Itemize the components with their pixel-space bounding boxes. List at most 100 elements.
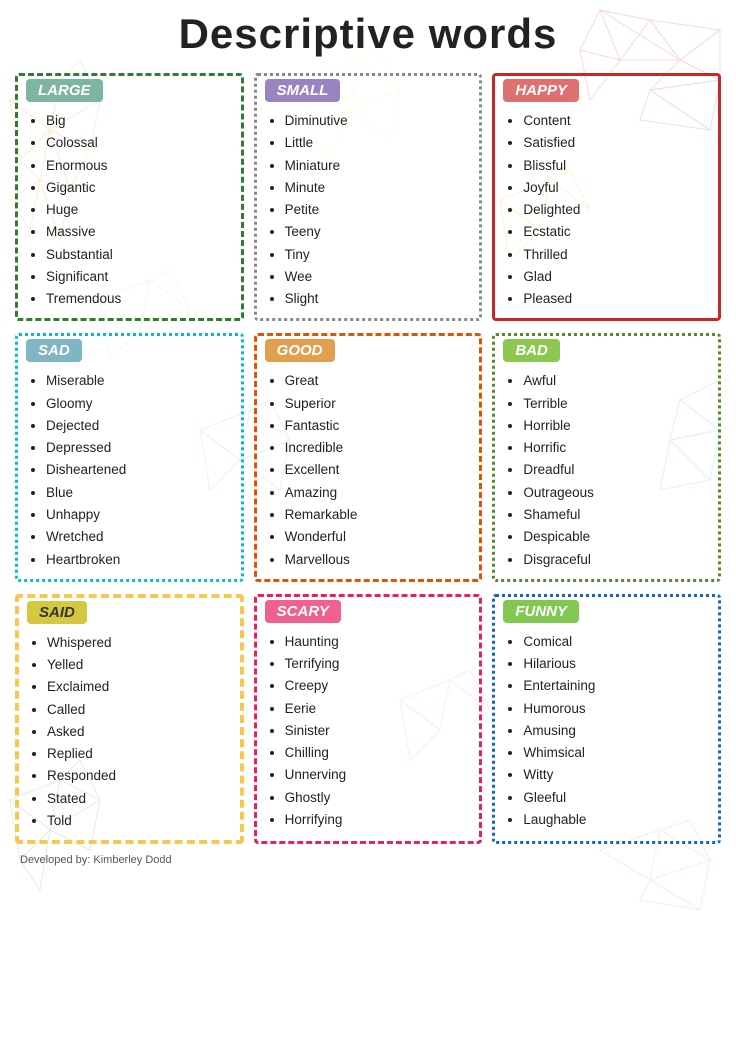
list-item: Whimsical <box>523 742 710 764</box>
list-item: Laughable <box>523 809 710 831</box>
list-item: Horrific <box>523 437 710 459</box>
list-item: Wee <box>285 266 472 288</box>
list-item: Wretched <box>46 526 233 548</box>
list-item: Enormous <box>46 155 233 177</box>
list-item: Massive <box>46 221 233 243</box>
list-item: Replied <box>47 743 232 765</box>
list-item: Substantial <box>46 244 233 266</box>
word-list-sad: MiserableGloomyDejectedDepressedDisheart… <box>26 370 233 570</box>
box-label-bad: BAD <box>503 339 560 362</box>
list-item: Outrageous <box>523 482 710 504</box>
list-item: Heartbroken <box>46 549 233 571</box>
box-label-small: SMALL <box>265 79 341 102</box>
list-item: Told <box>47 810 232 832</box>
list-item: Despicable <box>523 526 710 548</box>
list-item: Dreadful <box>523 459 710 481</box>
list-item: Chilling <box>285 742 472 764</box>
list-item: Horrible <box>523 415 710 437</box>
box-label-sad: SAD <box>26 339 82 362</box>
list-item: Ecstatic <box>523 221 710 243</box>
list-item: Teeny <box>285 221 472 243</box>
list-item: Humorous <box>523 698 710 720</box>
word-box-good: GOODGreatSuperiorFantasticIncredibleExce… <box>254 333 483 581</box>
box-label-scary: SCARY <box>265 600 341 623</box>
list-item: Pleased <box>523 288 710 310</box>
word-box-scary: SCARY HauntingTerrifyingCreepyEerieSinist… <box>254 594 483 844</box>
list-item: Ghostly <box>285 787 472 809</box>
list-item: Little <box>285 132 472 154</box>
word-list-small: DiminutiveLittleMiniatureMinutePetiteTee… <box>265 110 472 310</box>
word-box-funny: FUNNY ComicalHilariousEntertainingHumorou… <box>492 594 721 844</box>
list-item: Big <box>46 110 233 132</box>
page-title: Descriptive words <box>15 10 721 58</box>
list-item: Gloomy <box>46 393 233 415</box>
list-item: Entertaining <box>523 675 710 697</box>
word-grid: LARGE BigColossalEnormousGiganticHugeMass… <box>15 73 721 844</box>
word-box-sad: SAD MiserableGloomyDejectedDepressedDishe… <box>15 333 244 581</box>
word-box-happy: HAPPYContentSatisfiedBlissfulJoyfulDelig… <box>492 73 721 321</box>
list-item: Tiny <box>285 244 472 266</box>
list-item: Slight <box>285 288 472 310</box>
list-item: Excellent <box>285 459 472 481</box>
list-item: Horrifying <box>285 809 472 831</box>
list-item: Great <box>285 370 472 392</box>
list-item: Miniature <box>285 155 472 177</box>
list-item: Yelled <box>47 654 232 676</box>
list-item: Awful <box>523 370 710 392</box>
list-item: Depressed <box>46 437 233 459</box>
word-box-bad: BAD AwfulTerribleHorribleHorrificDreadful… <box>492 333 721 581</box>
list-item: Diminutive <box>285 110 472 132</box>
list-item: Dejected <box>46 415 233 437</box>
list-item: Wonderful <box>285 526 472 548</box>
footer-credit: Developed by: Kimberley Dodd <box>15 854 721 866</box>
list-item: Amazing <box>285 482 472 504</box>
word-box-small: SMALL DiminutiveLittleMiniatureMinutePeti… <box>254 73 483 321</box>
list-item: Incredible <box>285 437 472 459</box>
list-item: Fantastic <box>285 415 472 437</box>
list-item: Disgraceful <box>523 549 710 571</box>
list-item: Tremendous <box>46 288 233 310</box>
list-item: Superior <box>285 393 472 415</box>
list-item: Content <box>523 110 710 132</box>
box-label-funny: FUNNY <box>503 600 579 623</box>
list-item: Marvellous <box>285 549 472 571</box>
word-list-funny: ComicalHilariousEntertainingHumorousAmus… <box>503 631 710 831</box>
word-list-bad: AwfulTerribleHorribleHorrificDreadfulOut… <box>503 370 710 570</box>
word-list-happy: ContentSatisfiedBlissfulJoyfulDelightedE… <box>503 110 710 310</box>
word-list-scary: HauntingTerrifyingCreepyEerieSinisterChi… <box>265 631 472 831</box>
list-item: Responded <box>47 765 232 787</box>
list-item: Sinister <box>285 720 472 742</box>
word-list-said: WhisperedYelledExclaimedCalledAskedRepli… <box>27 632 232 832</box>
list-item: Minute <box>285 177 472 199</box>
main-content: Descriptive words LARGE BigColossalEnormo… <box>0 0 736 886</box>
list-item: Haunting <box>285 631 472 653</box>
box-label-large: LARGE <box>26 79 103 102</box>
list-item: Unnerving <box>285 764 472 786</box>
list-item: Gigantic <box>46 177 233 199</box>
list-item: Thrilled <box>523 244 710 266</box>
list-item: Miserable <box>46 370 233 392</box>
word-list-large: BigColossalEnormousGiganticHugeMassiveSu… <box>26 110 233 310</box>
list-item: Blue <box>46 482 233 504</box>
list-item: Amusing <box>523 720 710 742</box>
list-item: Gleeful <box>523 787 710 809</box>
list-item: Colossal <box>46 132 233 154</box>
list-item: Unhappy <box>46 504 233 526</box>
list-item: Called <box>47 699 232 721</box>
list-item: Disheartened <box>46 459 233 481</box>
list-item: Remarkable <box>285 504 472 526</box>
list-item: Stated <box>47 788 232 810</box>
list-item: Witty <box>523 764 710 786</box>
list-item: Delighted <box>523 199 710 221</box>
box-label-said: SAID <box>27 601 87 624</box>
list-item: Huge <box>46 199 233 221</box>
word-box-large: LARGE BigColossalEnormousGiganticHugeMass… <box>15 73 244 321</box>
list-item: Whispered <box>47 632 232 654</box>
word-box-said: SAIDWhisperedYelledExclaimedCalledAskedR… <box>15 594 244 844</box>
list-item: Hilarious <box>523 653 710 675</box>
list-item: Asked <box>47 721 232 743</box>
list-item: Exclaimed <box>47 676 232 698</box>
list-item: Creepy <box>285 675 472 697</box>
word-list-good: GreatSuperiorFantasticIncredibleExcellen… <box>265 370 472 570</box>
list-item: Terrifying <box>285 653 472 675</box>
